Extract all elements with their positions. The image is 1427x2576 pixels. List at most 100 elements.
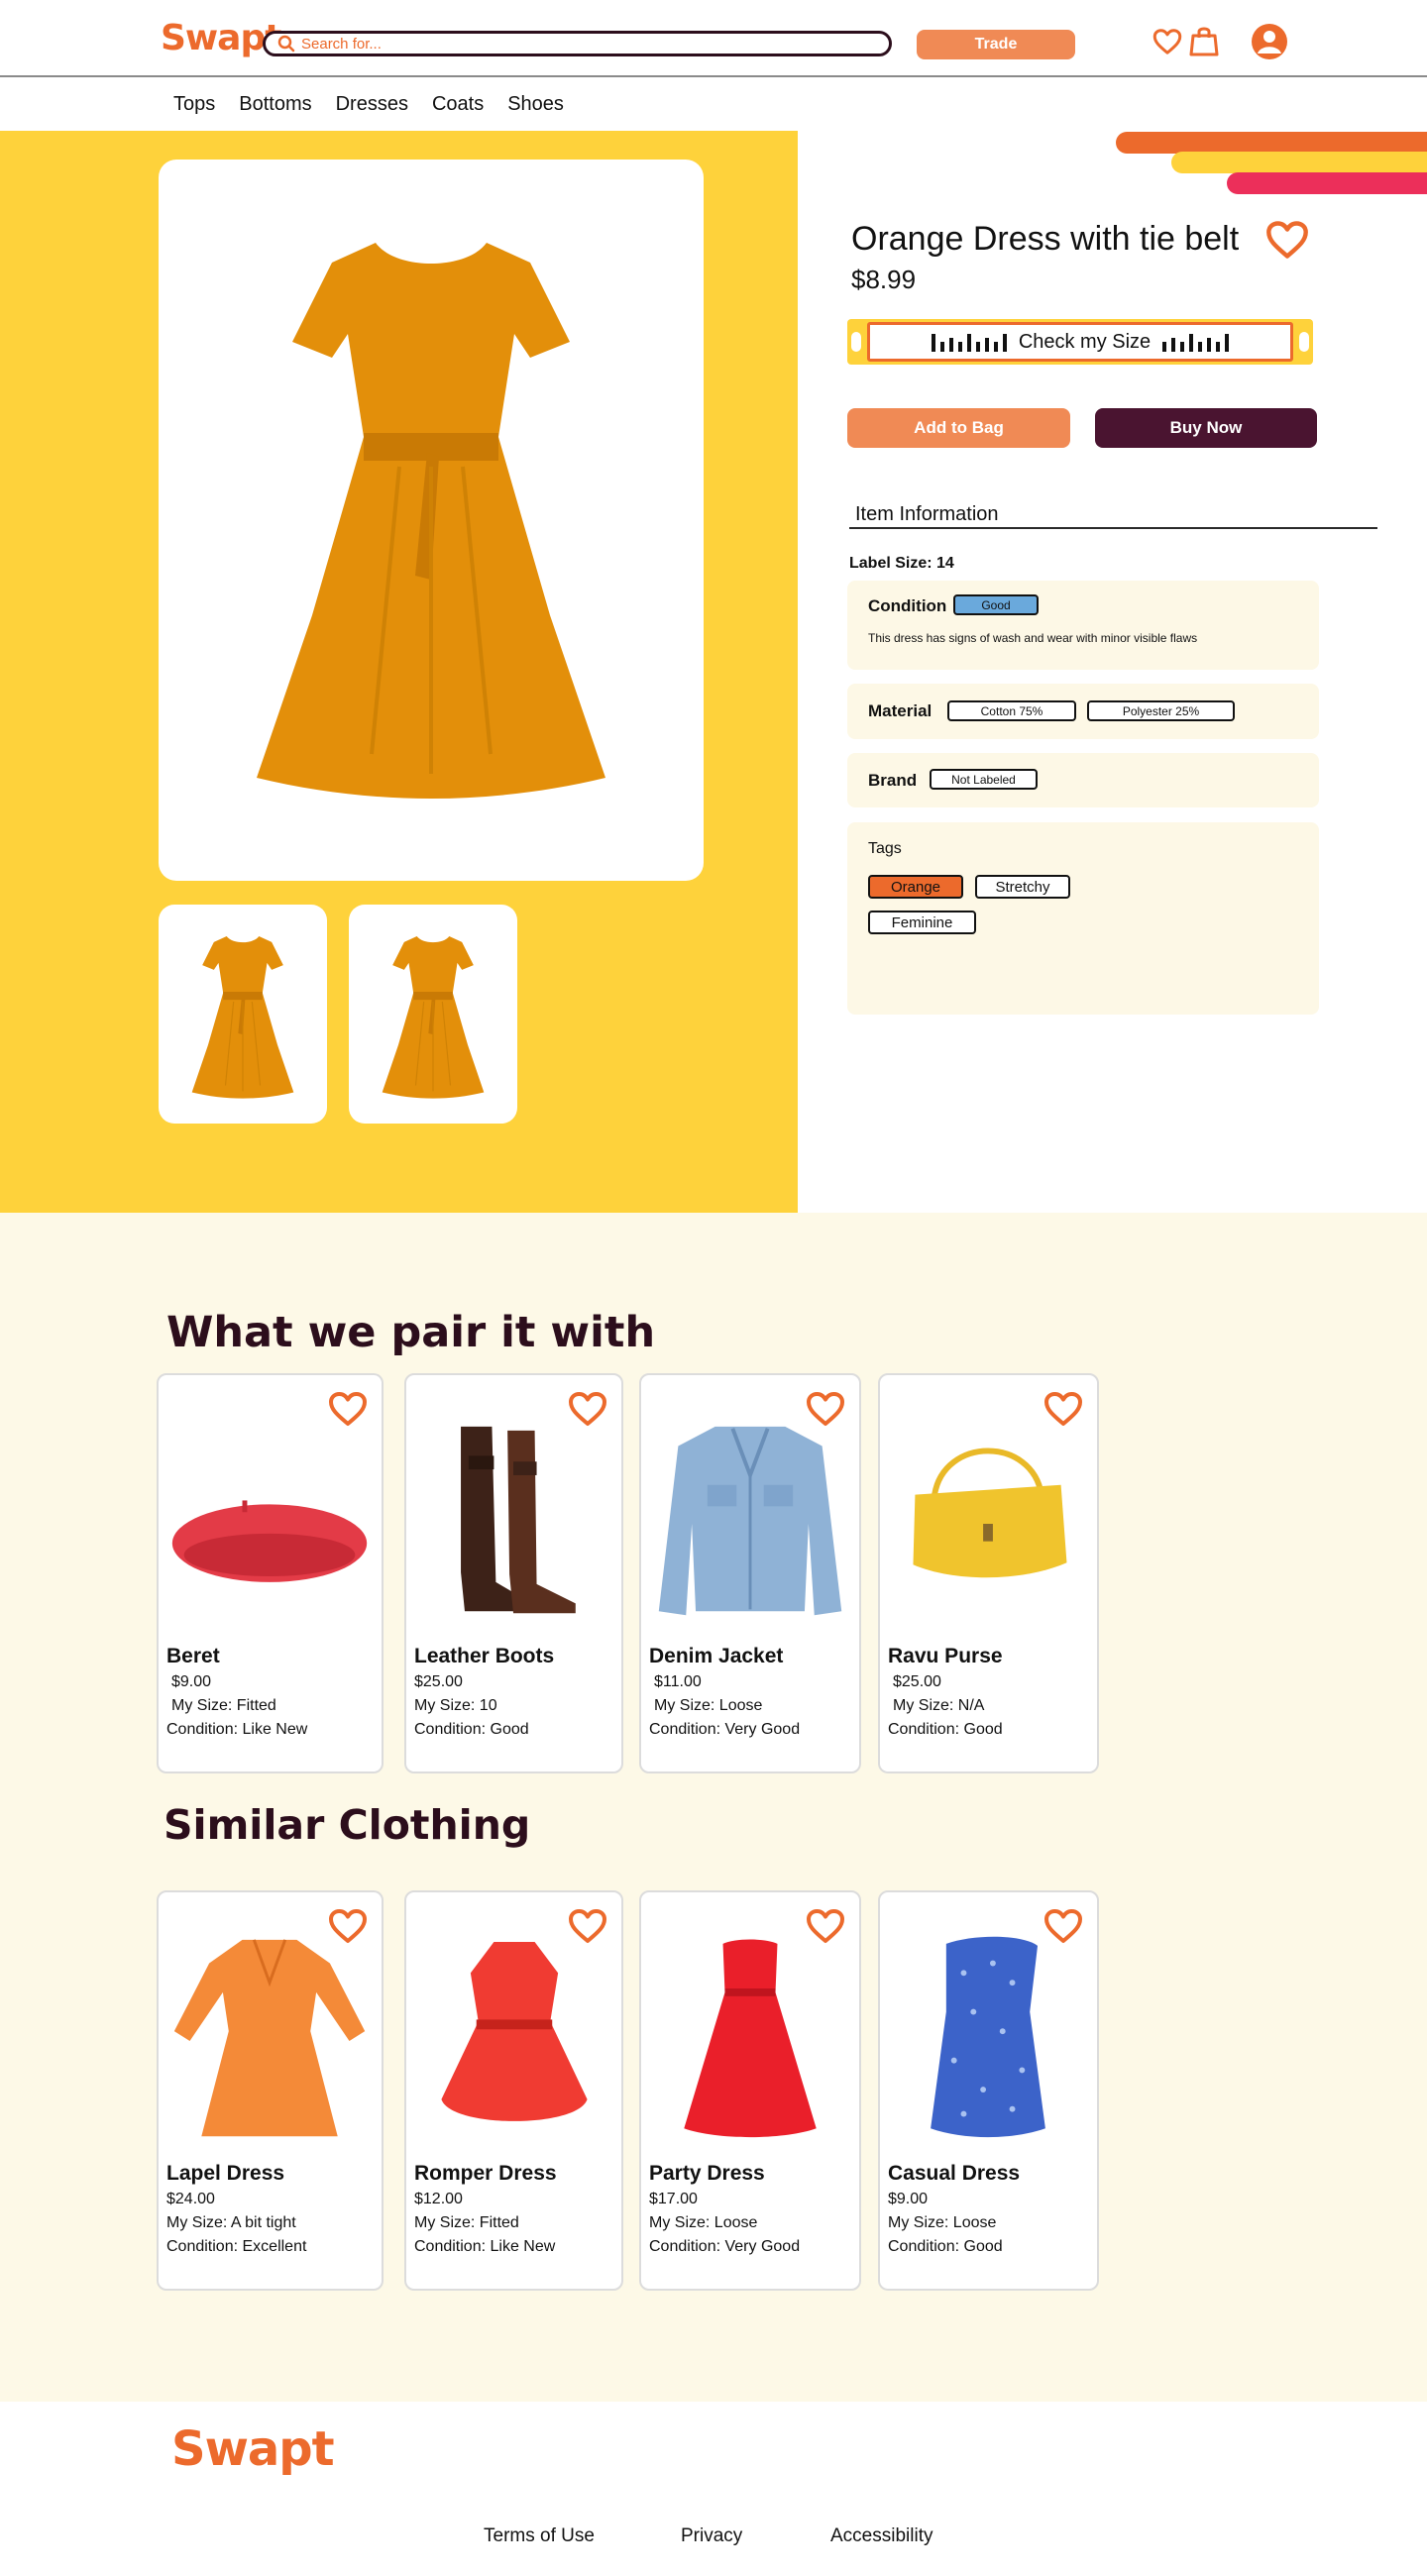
condition-card: Condition Good This dress has signs of w… xyxy=(847,581,1319,670)
item-information-heading: Item Information xyxy=(855,503,999,525)
product-size: My Size: Loose xyxy=(649,2214,758,2231)
product-size: My Size: 10 xyxy=(414,1697,497,1714)
nav-item-bottoms[interactable]: Bottoms xyxy=(239,93,311,116)
product-name: Casual Dress xyxy=(888,2162,1021,2185)
product-condition: Condition: Excellent xyxy=(166,2238,307,2255)
terms-of-use-link[interactable]: Terms of Use xyxy=(484,2525,595,2547)
check-my-size-label: Check my Size xyxy=(1018,330,1152,353)
product-condition: Condition: Like New xyxy=(166,1721,308,1738)
search-icon xyxy=(277,35,295,53)
divider xyxy=(849,527,1377,529)
product-price: $25.00 xyxy=(414,1673,463,1690)
label-size: Label Size: 14 xyxy=(849,555,954,572)
romper-dress-image xyxy=(441,1941,588,2121)
product-name: Romper Dress xyxy=(414,2162,557,2185)
material-card: Material Cotton 75% Polyester 25% xyxy=(847,684,1319,739)
product-price: $8.99 xyxy=(851,265,917,294)
product-price: $9.00 xyxy=(888,2191,929,2207)
user-avatar-icon[interactable] xyxy=(1251,23,1288,60)
product-size: My Size: Loose xyxy=(654,1697,763,1714)
purse-image xyxy=(913,1448,1067,1578)
product-card[interactable]: Ravu Purse $25.00 My Size: N/A Condition… xyxy=(878,1373,1099,1773)
add-to-bag-button[interactable]: Add to Bag xyxy=(847,408,1070,448)
nav-item-dresses[interactable]: Dresses xyxy=(336,93,408,116)
nav-item-tops[interactable]: Tops xyxy=(173,93,215,116)
privacy-link[interactable]: Privacy xyxy=(681,2525,742,2547)
product-thumbnail[interactable] xyxy=(159,905,327,1124)
footer-logo[interactable]: Swapt xyxy=(171,2421,335,2477)
buy-now-button[interactable]: Buy Now xyxy=(1095,408,1317,448)
product-name: Leather Boots xyxy=(414,1645,555,1667)
product-card[interactable]: Party Dress $17.00 My Size: Loose Condit… xyxy=(639,1890,861,2291)
product-condition: Condition: Good xyxy=(888,1721,1003,1738)
product-price: $25.00 xyxy=(893,1673,941,1690)
party-dress-image xyxy=(684,1939,817,2138)
check-my-size-ticket: Check my Size xyxy=(867,322,1293,362)
top-header: Swapt Trade xyxy=(0,0,1427,77)
search-bar[interactable] xyxy=(263,31,892,56)
bag-icon[interactable] xyxy=(1189,24,1219,57)
product-card[interactable]: Casual Dress $9.00 My Size: Loose Condit… xyxy=(878,1890,1099,2291)
casual-dress-image xyxy=(931,1936,1045,2138)
product-size: My Size: Loose xyxy=(888,2214,997,2231)
product-price: $24.00 xyxy=(166,2191,215,2207)
trade-button[interactable]: Trade xyxy=(917,30,1075,59)
product-price: $12.00 xyxy=(414,2191,463,2207)
pair-section-title: What we pair it with xyxy=(166,1308,656,1357)
leather-boots-image xyxy=(461,1426,576,1614)
product-condition: Condition: Good xyxy=(414,1721,529,1738)
stripe-pink xyxy=(1227,172,1427,194)
brand-card: Brand Not Labeled xyxy=(847,753,1319,807)
product-condition: Condition: Very Good xyxy=(649,1721,801,1738)
brand-label: Brand xyxy=(868,771,918,790)
footer: Swapt Terms of Use Privacy Accessibility xyxy=(0,2402,1427,2576)
product-name: Lapel Dress xyxy=(166,2162,285,2185)
product-name: Denim Jacket xyxy=(649,1645,784,1667)
product-size: My Size: Fitted xyxy=(171,1697,276,1714)
stripe-yellow xyxy=(1171,152,1427,173)
category-nav: Tops Bottoms Dresses Coats Shoes xyxy=(173,93,588,116)
product-size: My Size: Fitted xyxy=(414,2214,519,2231)
nav-item-coats[interactable]: Coats xyxy=(432,93,484,116)
product-card[interactable]: Lapel Dress $24.00 My Size: A bit tight … xyxy=(157,1890,384,2291)
condition-label: Condition xyxy=(868,596,947,615)
accessibility-link[interactable]: Accessibility xyxy=(830,2525,933,2547)
ruler-icon xyxy=(1162,332,1230,352)
search-input[interactable] xyxy=(301,35,856,53)
product-name: Beret xyxy=(166,1645,220,1667)
product-condition: Condition: Like New xyxy=(414,2238,556,2255)
ticket-notch-icon xyxy=(1299,332,1309,352)
tag-chip[interactable]: Stretchy xyxy=(975,875,1070,899)
tag-chip-selected[interactable]: Orange xyxy=(868,875,963,899)
condition-description: This dress has signs of wash and wear wi… xyxy=(868,631,1198,645)
similar-section-title: Similar Clothing xyxy=(164,1801,531,1849)
material-label: Material xyxy=(868,701,933,720)
product-condition: Condition: Good xyxy=(888,2238,1003,2255)
main-product-image[interactable] xyxy=(159,160,704,881)
product-name: Party Dress xyxy=(649,2162,765,2185)
product-price: $9.00 xyxy=(171,1673,212,1690)
product-size: My Size: A bit tight xyxy=(166,2214,296,2231)
product-thumbnail[interactable] xyxy=(349,905,517,1124)
dress-thumbnail-image xyxy=(382,935,485,1100)
product-name: Ravu Purse xyxy=(888,1645,1003,1667)
product-title: Orange Dress with tie belt xyxy=(851,220,1240,258)
product-card[interactable]: Beret $9.00 My Size: Fitted Condition: L… xyxy=(157,1373,384,1773)
dress-thumbnail-image xyxy=(191,935,294,1100)
product-price: $11.00 xyxy=(654,1673,702,1690)
tags-label: Tags xyxy=(868,840,902,857)
product-card[interactable]: Denim Jacket $11.00 My Size: Loose Condi… xyxy=(639,1373,861,1773)
check-my-size-button[interactable]: Check my Size xyxy=(847,319,1313,365)
denim-jacket-image xyxy=(658,1426,842,1616)
tags-card: Tags Orange Stretchy Feminine xyxy=(847,822,1319,1015)
product-size: My Size: N/A xyxy=(893,1697,985,1714)
ticket-notch-icon xyxy=(851,332,861,352)
nav-item-shoes[interactable]: Shoes xyxy=(507,93,564,116)
beret-image xyxy=(171,1500,368,1582)
product-card[interactable]: Leather Boots $25.00 My Size: 10 Conditi… xyxy=(404,1373,623,1773)
tag-chip[interactable]: Feminine xyxy=(868,911,976,934)
favorite-heart-icon[interactable] xyxy=(1265,220,1309,260)
brand-chip: Not Labeled xyxy=(930,769,1038,790)
product-card[interactable]: Romper Dress $12.00 My Size: Fitted Cond… xyxy=(404,1890,623,2291)
heart-icon[interactable] xyxy=(1153,28,1182,55)
